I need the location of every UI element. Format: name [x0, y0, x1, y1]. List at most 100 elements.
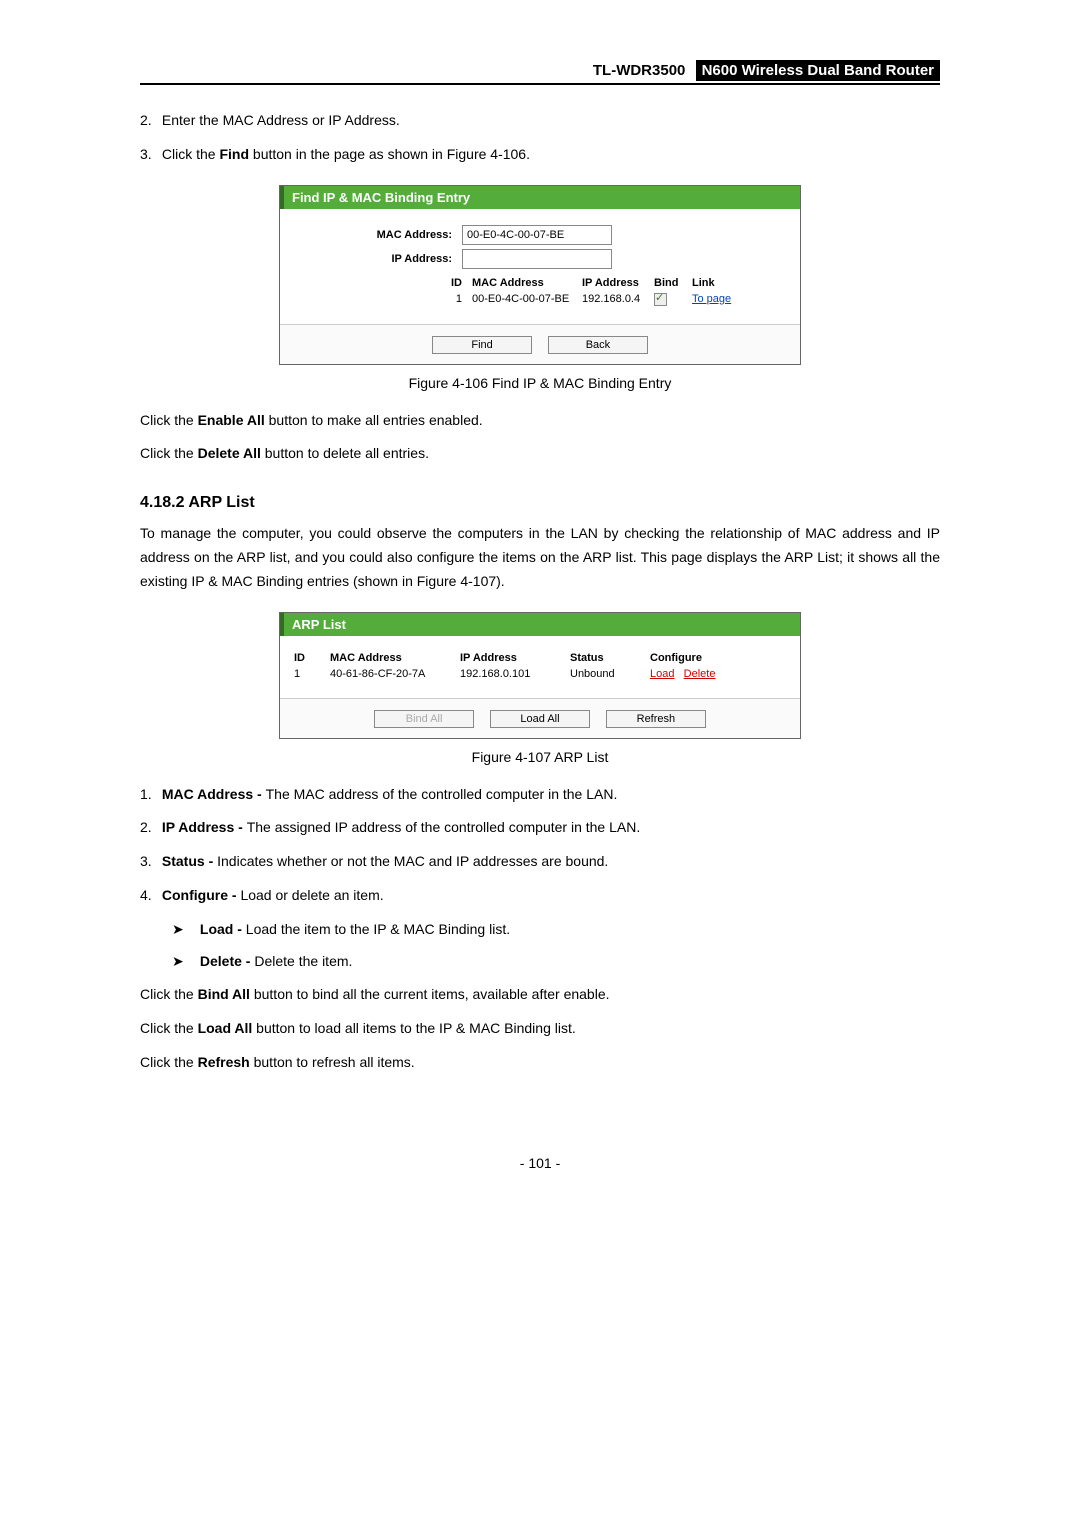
find-button[interactable]: Find — [432, 336, 532, 354]
bind-all-button[interactable]: Bind All — [374, 710, 474, 728]
sub-delete-bold: Delete - — [200, 953, 254, 969]
arrow-icon: ➤ — [172, 950, 196, 974]
sub-delete: ➤ Delete - Delete the item. — [140, 950, 940, 974]
page-number: - 101 - — [140, 1155, 940, 1171]
figure-106-caption: Figure 4-106 Find IP & MAC Binding Entry — [140, 375, 940, 391]
cell-id: 1 — [292, 293, 472, 306]
refresh-bold: Refresh — [198, 1054, 250, 1070]
load-all-para: Click the Load All button to load all it… — [140, 1017, 940, 1041]
figure-107-caption: Figure 4-107 ARP List — [140, 749, 940, 765]
figure-106-title: Find IP & MAC Binding Entry — [280, 186, 800, 209]
step-3-bold: Find — [219, 146, 249, 162]
step-3-text-prefix: Click the — [162, 146, 220, 162]
page: TL-WDR3500 N600 Wireless Dual Band Route… — [110, 0, 970, 1211]
arp-cell-status: Unbound — [570, 668, 650, 680]
def-4-num: 4. — [140, 884, 158, 908]
def-2-bold: IP Address - — [162, 819, 247, 835]
step-3: 3. Click the Find button in the page as … — [140, 143, 940, 167]
step-2: 2. Enter the MAC Address or IP Address. — [140, 109, 940, 133]
def-4: 4. Configure - Load or delete an item. — [140, 884, 940, 908]
enable-bold: Enable All — [198, 412, 265, 428]
cell-mac: 00-E0-4C-00-07-BE — [472, 293, 582, 306]
delete-bold: Delete All — [198, 445, 261, 461]
def-1-bold: MAC Address - — [162, 786, 266, 802]
bind-pre: Click the — [140, 986, 198, 1002]
section-para: To manage the computer, you could observ… — [140, 522, 940, 593]
figure-107: ARP List ID MAC Address IP Address Statu… — [279, 612, 801, 739]
page-header: TL-WDR3500 N600 Wireless Dual Band Route… — [140, 60, 940, 85]
def-3-text: Indicates whether or not the MAC and IP … — [217, 853, 608, 869]
def-3-num: 3. — [140, 850, 158, 874]
def-3-bold: Status - — [162, 853, 217, 869]
cell-bind — [654, 293, 692, 306]
def-2-text: The assigned IP address of the controlle… — [247, 819, 641, 835]
load-pre: Click the — [140, 1020, 198, 1036]
arp-col-ip: IP Address — [460, 652, 570, 664]
figure-106-body: MAC Address: IP Address: ID MAC Address … — [280, 209, 800, 314]
delete-link[interactable]: Delete — [684, 668, 716, 680]
col-link: Link — [692, 277, 752, 289]
mac-address-label: MAC Address: — [292, 229, 462, 241]
def-4-text: Load or delete an item. — [240, 887, 383, 903]
arp-cell-id: 1 — [294, 668, 330, 680]
ip-address-row: IP Address: — [292, 249, 788, 269]
cell-link: To page — [692, 293, 752, 306]
figure-107-buttons: Bind All Load All Refresh — [280, 699, 800, 738]
load-all-button[interactable]: Load All — [490, 710, 590, 728]
figure-107-body: ID MAC Address IP Address Status Configu… — [280, 636, 800, 688]
refresh-para: Click the Refresh button to refresh all … — [140, 1051, 940, 1075]
ip-address-input[interactable] — [462, 249, 612, 269]
section-heading: 4.18.2 ARP List — [140, 494, 940, 512]
arp-cell-config: Load Delete — [650, 668, 750, 680]
def-2: 2. IP Address - The assigned IP address … — [140, 816, 940, 840]
enable-pre: Click the — [140, 412, 198, 428]
load-link[interactable]: Load — [650, 668, 674, 680]
ip-address-label: IP Address: — [292, 253, 462, 265]
to-page-link[interactable]: To page — [692, 293, 731, 305]
step-2-text: Enter the MAC Address or IP Address. — [162, 112, 400, 128]
result-header-row: ID MAC Address IP Address Bind Link — [292, 275, 788, 291]
sub-load-text: Load the item to the IP & MAC Binding li… — [246, 921, 510, 937]
delete-post: button to delete all entries. — [261, 445, 429, 461]
mac-address-input[interactable] — [462, 225, 612, 245]
def-1-text: The MAC address of the controlled comput… — [266, 786, 618, 802]
arp-col-id: ID — [294, 652, 330, 664]
step-3-num: 3. — [140, 143, 158, 167]
def-1: 1. MAC Address - The MAC address of the … — [140, 783, 940, 807]
load-post: button to load all items to the IP & MAC… — [252, 1020, 575, 1036]
device-title: N600 Wireless Dual Band Router — [696, 60, 940, 81]
load-bold: Load All — [198, 1020, 253, 1036]
delete-all-para: Click the Delete All button to delete al… — [140, 442, 940, 466]
cell-ip: 192.168.0.4 — [582, 293, 654, 306]
col-mac: MAC Address — [472, 277, 582, 289]
def-4-bold: Configure - — [162, 887, 241, 903]
result-data-row: 1 00-E0-4C-00-07-BE 192.168.0.4 To page — [292, 291, 788, 308]
arp-col-mac: MAC Address — [330, 652, 460, 664]
arp-col-status: Status — [570, 652, 650, 664]
def-2-num: 2. — [140, 816, 158, 840]
figure-106: Find IP & MAC Binding Entry MAC Address:… — [279, 185, 801, 365]
device-model: TL-WDR3500 — [593, 62, 692, 79]
bind-post: button to bind all the current items, av… — [250, 986, 610, 1002]
col-bind: Bind — [654, 277, 692, 289]
bind-bold: Bind All — [198, 986, 250, 1002]
figure-107-title: ARP List — [280, 613, 800, 636]
arp-data-row: 1 40-61-86-CF-20-7A 192.168.0.101 Unboun… — [294, 666, 786, 682]
arp-header-row: ID MAC Address IP Address Status Configu… — [294, 650, 786, 666]
refresh-button[interactable]: Refresh — [606, 710, 706, 728]
mac-address-row: MAC Address: — [292, 225, 788, 245]
delete-pre: Click the — [140, 445, 198, 461]
refresh-post: button to refresh all items. — [250, 1054, 415, 1070]
bind-all-para: Click the Bind All button to bind all th… — [140, 983, 940, 1007]
sub-load-bold: Load - — [200, 921, 246, 937]
arrow-icon: ➤ — [172, 918, 196, 942]
step-3-text-suffix: button in the page as shown in Figure 4-… — [249, 146, 530, 162]
step-2-num: 2. — [140, 109, 158, 133]
arp-col-configure: Configure — [650, 652, 750, 664]
arp-cell-mac: 40-61-86-CF-20-7A — [330, 668, 460, 680]
back-button[interactable]: Back — [548, 336, 648, 354]
bind-checkbox-icon[interactable] — [654, 293, 667, 306]
col-id: ID — [292, 277, 472, 289]
def-3: 3. Status - Indicates whether or not the… — [140, 850, 940, 874]
refresh-pre: Click the — [140, 1054, 198, 1070]
